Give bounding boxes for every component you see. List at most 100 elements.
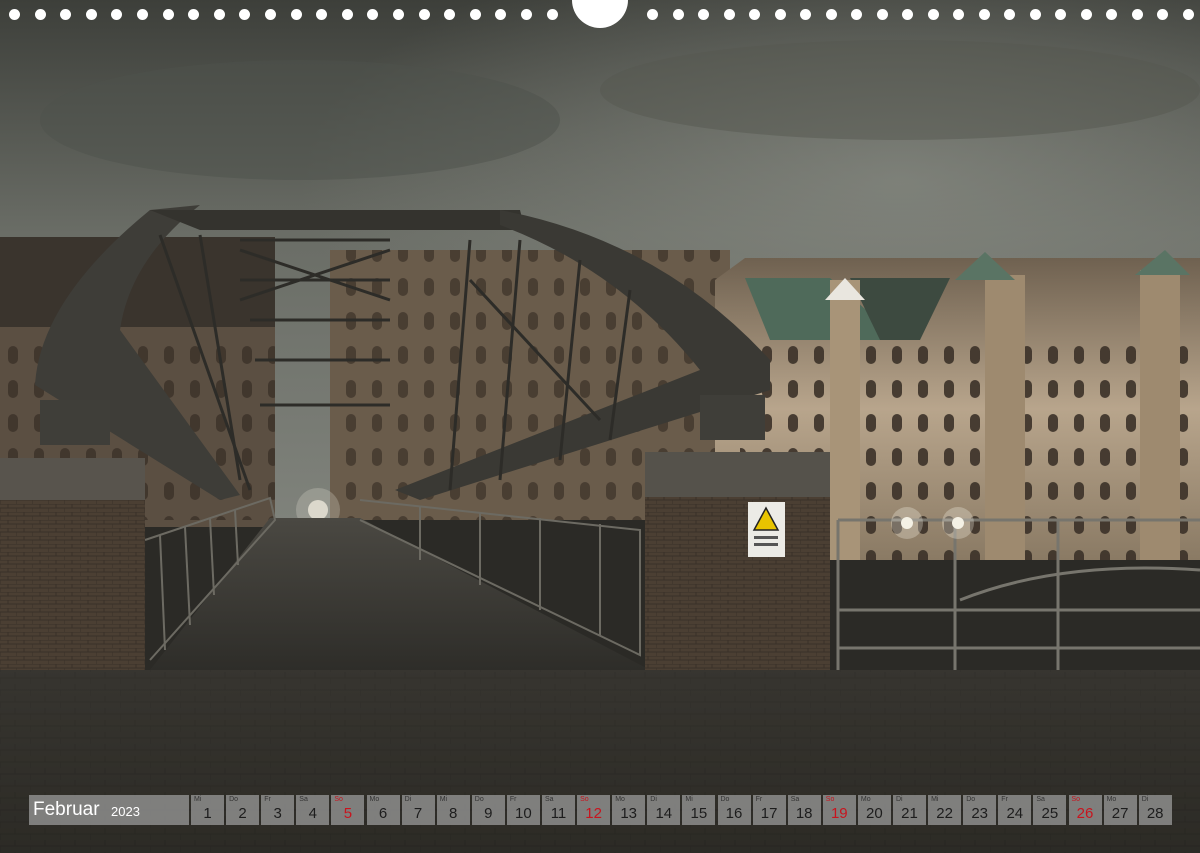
warning-sign-icon bbox=[748, 502, 785, 557]
day-cell: Di 14 bbox=[647, 795, 681, 825]
weekday-label: Di bbox=[404, 796, 412, 803]
binding-hole bbox=[1131, 9, 1143, 20]
day-number: 3 bbox=[273, 805, 282, 822]
day-cell: Di 7 bbox=[401, 795, 435, 825]
day-cell: Do 9 bbox=[471, 795, 505, 825]
weekday-label: Di bbox=[896, 796, 903, 803]
day-cell: Mi 15 bbox=[682, 795, 716, 825]
binding-hole bbox=[265, 9, 276, 20]
day-cell: Fr 10 bbox=[506, 795, 540, 825]
binding-hole bbox=[34, 9, 46, 20]
binding-hole bbox=[825, 9, 837, 20]
weekday-label: Do bbox=[229, 796, 239, 803]
day-number: 25 bbox=[1041, 805, 1059, 822]
day-number: 8 bbox=[449, 805, 458, 822]
weekday-label: Di bbox=[1141, 796, 1149, 803]
binding-hole bbox=[111, 9, 123, 20]
day-cell: Sa 25 bbox=[1033, 795, 1067, 825]
weekday-label: So bbox=[580, 796, 589, 803]
calendar-page: Februar 2023 Mi 1 Do 2 Fr 3 Sa 4 So 5 Mo 6 Di 7 Mi 8 Do 9… bbox=[0, 0, 1200, 853]
weekday-label: Sa bbox=[299, 796, 308, 803]
day-cell: So 12 bbox=[577, 795, 611, 825]
binding-hole bbox=[1106, 9, 1117, 20]
weekday-label: Fr bbox=[1001, 796, 1008, 803]
day-number: 2 bbox=[238, 805, 247, 822]
day-number: 23 bbox=[971, 805, 989, 822]
binding-hole bbox=[1182, 9, 1194, 20]
day-cell: Sa 11 bbox=[542, 795, 575, 825]
day-cell: Di 21 bbox=[893, 795, 926, 825]
binding-hole bbox=[137, 9, 148, 20]
weekday-label: Mo bbox=[860, 796, 871, 803]
day-cell: Sa 18 bbox=[787, 795, 821, 825]
day-cell: Mo 27 bbox=[1103, 795, 1137, 825]
binding-hole bbox=[418, 9, 430, 20]
weekday-label: Do bbox=[966, 796, 976, 803]
day-number: 15 bbox=[690, 805, 708, 822]
binding-hole bbox=[521, 9, 532, 20]
day-number: 6 bbox=[378, 805, 388, 822]
weekday-label: Mi bbox=[685, 796, 693, 803]
day-cell: Fr 24 bbox=[998, 795, 1032, 825]
day-cell: Do 23 bbox=[963, 795, 997, 825]
day-number: 26 bbox=[1076, 805, 1094, 822]
day-cell: Mi 8 bbox=[436, 795, 470, 825]
day-cell: Fr 17 bbox=[752, 795, 786, 825]
binding-hole bbox=[162, 9, 174, 20]
binding-hole bbox=[1080, 9, 1092, 20]
day-number: 10 bbox=[515, 805, 532, 822]
weekday-label: Fr bbox=[264, 796, 271, 803]
day-number: 19 bbox=[830, 805, 848, 822]
binding-hole bbox=[774, 9, 786, 20]
day-cell: Mi 1 bbox=[191, 795, 224, 825]
weekday-label: Fr bbox=[509, 796, 517, 803]
binding-hole bbox=[672, 9, 684, 20]
day-number: 24 bbox=[1006, 805, 1024, 822]
weekday-label: Fr bbox=[755, 796, 763, 803]
day-number: 27 bbox=[1111, 805, 1129, 822]
binding-hole bbox=[316, 9, 328, 20]
binding-hole bbox=[851, 9, 862, 20]
day-cell: Di 28 bbox=[1138, 795, 1172, 825]
binding-hole bbox=[876, 9, 888, 20]
month-year: 2023 bbox=[111, 804, 140, 819]
day-number: 16 bbox=[725, 805, 743, 822]
day-number: 7 bbox=[413, 805, 423, 822]
day-number: 20 bbox=[866, 805, 883, 822]
weekday-label: Do bbox=[474, 796, 484, 803]
day-number: 18 bbox=[795, 805, 813, 822]
binding-hole bbox=[546, 9, 558, 20]
binding-hole bbox=[9, 9, 20, 20]
binding-hole bbox=[85, 9, 97, 20]
weekday-label: Mo bbox=[1106, 796, 1117, 803]
binding-hole bbox=[469, 9, 481, 20]
binding-hole bbox=[927, 9, 939, 20]
binding-hole bbox=[800, 9, 811, 20]
weekday-label: Do bbox=[720, 796, 730, 803]
day-number: 1 bbox=[203, 805, 212, 822]
binding-hole bbox=[1004, 9, 1015, 20]
day-number: 13 bbox=[620, 805, 638, 822]
day-number: 5 bbox=[343, 805, 353, 822]
day-number: 21 bbox=[901, 805, 918, 822]
day-number: 11 bbox=[550, 805, 567, 822]
binding-hole bbox=[60, 9, 72, 20]
day-cell: Mi 22 bbox=[928, 795, 962, 825]
day-cell: So 19 bbox=[822, 795, 856, 825]
weekday-label: Mo bbox=[369, 796, 380, 803]
weekday-label: So bbox=[1071, 796, 1081, 803]
day-cell: Mo 20 bbox=[857, 795, 891, 825]
day-cell: Do 16 bbox=[717, 795, 751, 825]
weekday-label: Mi bbox=[439, 796, 448, 803]
weekday-label: Sa bbox=[545, 796, 554, 803]
weekday-label: Sa bbox=[790, 796, 800, 803]
day-number: 22 bbox=[936, 805, 953, 822]
day-number: 12 bbox=[585, 805, 602, 822]
binding-hole bbox=[290, 9, 302, 20]
day-cell: Mo 6 bbox=[366, 795, 400, 825]
binding-hole bbox=[367, 9, 379, 20]
month-label: Februar 2023 bbox=[29, 795, 189, 825]
day-number: 14 bbox=[655, 805, 673, 822]
weekday-label: Di bbox=[650, 796, 657, 803]
binding-hole bbox=[723, 9, 735, 20]
